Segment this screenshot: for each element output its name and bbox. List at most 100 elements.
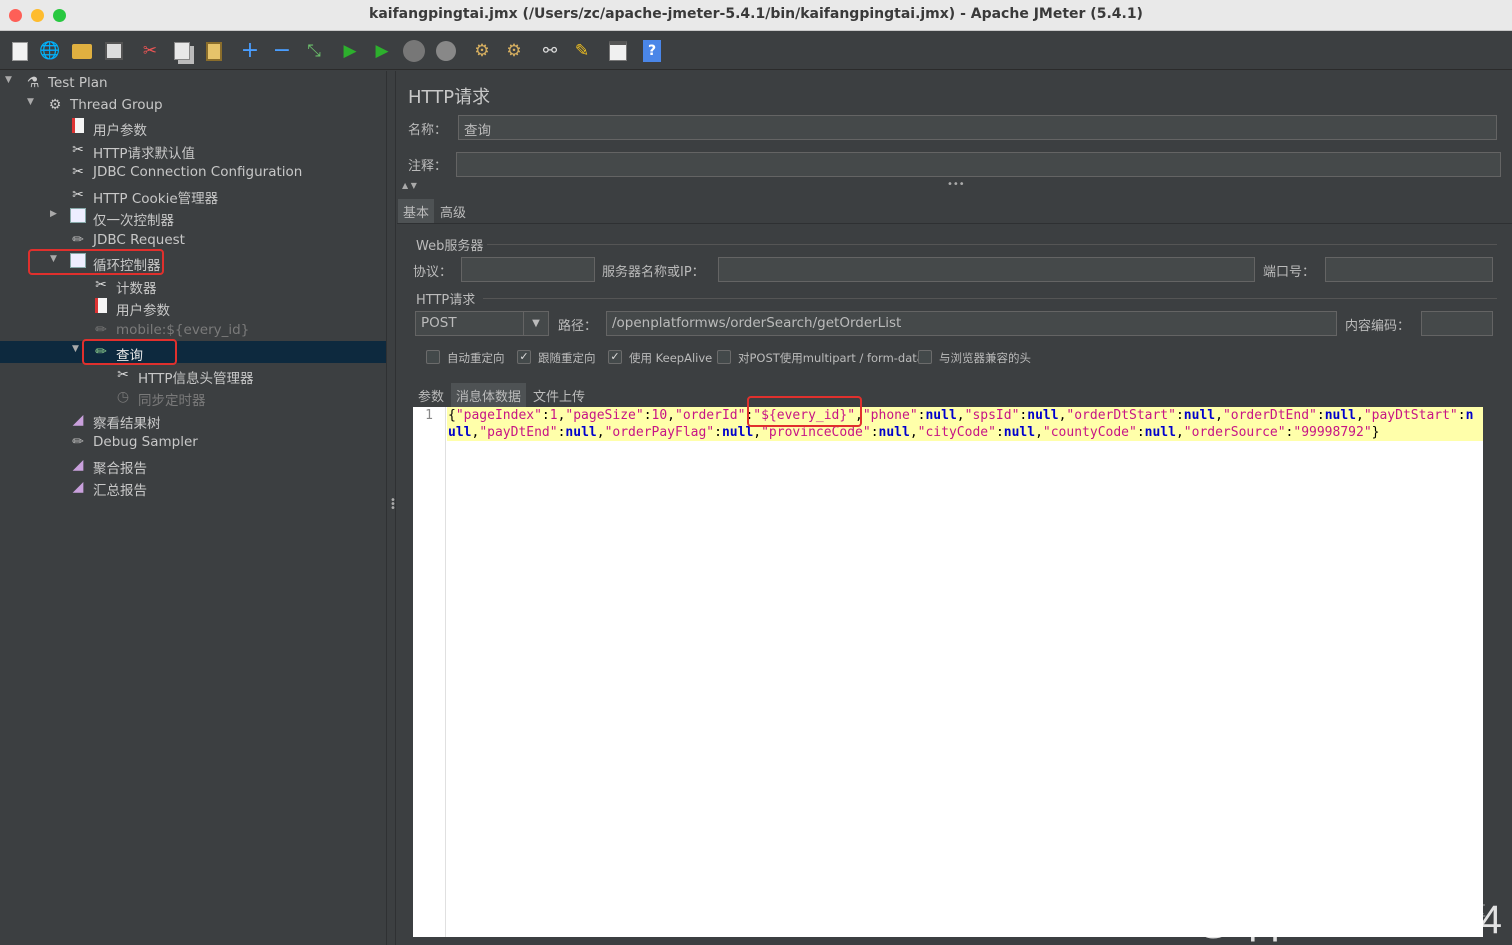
tree-item-sync-timer[interactable]: ◷ 同步定时器 bbox=[0, 386, 386, 409]
tree-item-mobile-sampler[interactable]: ✏ mobile:${every_id} bbox=[0, 319, 386, 341]
body-json-text[interactable]: {"pageIndex":1,"pageSize":10,"orderId":"… bbox=[448, 407, 1478, 441]
tree-item-aggregate-report[interactable]: ◢ 聚合报告 bbox=[0, 454, 386, 477]
json-token: 1 bbox=[549, 408, 558, 423]
config-icon: ✂ bbox=[95, 277, 107, 293]
multipart-checkbox[interactable] bbox=[717, 350, 731, 364]
browser-headers-checkbox[interactable] bbox=[918, 350, 932, 364]
open-icon[interactable] bbox=[70, 39, 94, 63]
json-token: : bbox=[1136, 425, 1145, 440]
json-token: null bbox=[1183, 408, 1216, 423]
collapse-arrows-icon[interactable]: ▲ ▼ bbox=[402, 181, 417, 190]
templates-icon[interactable]: 🌐 bbox=[38, 39, 62, 63]
json-token: "orderSource" bbox=[1183, 425, 1286, 440]
json-token: "cityCode" bbox=[917, 425, 996, 440]
json-token: , bbox=[596, 425, 605, 440]
tree-item-counter[interactable]: ✂ 计数器 bbox=[0, 274, 386, 297]
tree-item-jdbc-request[interactable]: ✏ JDBC Request bbox=[0, 229, 386, 251]
cut-icon[interactable]: ✂ bbox=[138, 39, 162, 63]
timer-icon: ◷ bbox=[116, 389, 130, 405]
method-select[interactable]: POST ▼ bbox=[415, 311, 549, 336]
save-icon[interactable] bbox=[102, 39, 126, 63]
tab-basic[interactable]: 基本 bbox=[398, 199, 435, 224]
json-token: : bbox=[541, 408, 550, 423]
tab-file-upload[interactable]: 文件上传 bbox=[528, 383, 590, 408]
config-icon: ✂ bbox=[72, 142, 84, 158]
json-token: null bbox=[721, 425, 754, 440]
expand-icon[interactable]: + bbox=[238, 39, 262, 63]
collapse-icon[interactable]: − bbox=[270, 39, 294, 63]
config-icon: ✂ bbox=[72, 164, 84, 180]
tree-item-user-params-2[interactable]: 用户参数 bbox=[0, 296, 386, 319]
body-data-editor[interactable]: 1 {"pageIndex":1,"pageSize":10,"orderId"… bbox=[413, 407, 1483, 937]
port-field[interactable] bbox=[1325, 257, 1493, 282]
json-token: , bbox=[753, 425, 762, 440]
json-token: , bbox=[909, 425, 918, 440]
tree-item-header-manager[interactable]: ✂ HTTP信息头管理器 bbox=[0, 364, 386, 387]
shutdown-icon[interactable] bbox=[434, 39, 458, 63]
search-icon[interactable]: ⚯ bbox=[538, 39, 562, 63]
tree-item-jdbc-config[interactable]: ✂ JDBC Connection Configuration bbox=[0, 161, 386, 183]
chevron-down-icon[interactable]: ▼ bbox=[27, 97, 39, 107]
tree-item-cookie-manager[interactable]: ✂ HTTP Cookie管理器 bbox=[0, 184, 386, 207]
tree-item-once-controller[interactable]: ▶ 仅一次控制器 bbox=[0, 206, 386, 229]
json-token: , bbox=[1215, 408, 1223, 423]
follow-redirect-checkbox[interactable]: ✓ bbox=[517, 350, 531, 364]
json-token: 10 bbox=[651, 408, 668, 423]
tree-item-debug-sampler[interactable]: ✏ Debug Sampler bbox=[0, 431, 386, 453]
copy-icon[interactable] bbox=[170, 39, 194, 63]
tree-item-query[interactable]: ▼ ✏ 查询 bbox=[0, 341, 386, 364]
comment-field[interactable] bbox=[456, 152, 1501, 177]
json-token: null bbox=[925, 408, 957, 423]
tab-parameters[interactable]: 参数 bbox=[413, 383, 449, 408]
start-icon[interactable]: ▶ bbox=[338, 39, 362, 63]
stop-icon[interactable] bbox=[402, 39, 426, 63]
tree-item-results-tree[interactable]: ◢ 察看结果树 bbox=[0, 409, 386, 432]
tree-item-user-params[interactable]: 用户参数 bbox=[0, 116, 386, 139]
reset-search-icon[interactable]: ✎ bbox=[570, 39, 594, 63]
json-token: "phone" bbox=[862, 408, 918, 423]
encoding-field[interactable] bbox=[1421, 311, 1493, 336]
clear-all-icon[interactable]: ⚙ bbox=[502, 39, 526, 63]
tab-advanced[interactable]: 高级 bbox=[435, 199, 471, 224]
server-field[interactable] bbox=[718, 257, 1255, 282]
annotation-highlight bbox=[747, 396, 862, 427]
paste-icon[interactable] bbox=[202, 39, 226, 63]
chevron-down-icon[interactable]: ▼ bbox=[5, 75, 17, 85]
listener-icon: ◢ bbox=[72, 457, 84, 473]
help-icon[interactable]: ? bbox=[640, 39, 664, 63]
keepalive-checkbox[interactable]: ✓ bbox=[608, 350, 622, 364]
json-token: null bbox=[565, 425, 597, 440]
pre-processor-icon bbox=[69, 118, 87, 136]
json-token: null bbox=[878, 425, 910, 440]
protocol-label: 协议： bbox=[413, 265, 453, 280]
tree-item-thread-group[interactable]: ▼ ⚙ Thread Group bbox=[0, 94, 386, 116]
toggle-icon[interactable]: ⤡ bbox=[302, 39, 326, 63]
json-token: "countyCode" bbox=[1042, 425, 1137, 440]
clear-icon[interactable]: ⚙ bbox=[470, 39, 494, 63]
line-number-gutter: 1 bbox=[413, 407, 446, 937]
drag-handle-icon[interactable]: • • • bbox=[390, 496, 396, 514]
http-request-label: HTTP请求 bbox=[416, 293, 476, 308]
divider-grip-icon[interactable]: ••• bbox=[947, 179, 965, 190]
comment-label: 注释： bbox=[408, 159, 448, 174]
protocol-field[interactable] bbox=[461, 257, 595, 282]
name-field[interactable]: 查询 bbox=[458, 115, 1497, 140]
config-icon: ✂ bbox=[72, 187, 84, 203]
json-token: "orderId" bbox=[675, 408, 746, 423]
tree-item-http-defaults[interactable]: ✂ HTTP请求默认值 bbox=[0, 139, 386, 162]
pane-splitter[interactable]: • • • bbox=[386, 71, 396, 945]
function-helper-icon[interactable] bbox=[606, 39, 630, 63]
auto-redirect-checkbox[interactable] bbox=[426, 350, 440, 364]
json-token: "orderDtEnd" bbox=[1222, 408, 1317, 423]
start-no-pause-icon[interactable]: ▶ bbox=[370, 39, 394, 63]
path-label: 路径： bbox=[558, 319, 598, 334]
path-field[interactable]: /openplatformws/orderSearch/getOrderList bbox=[606, 311, 1337, 336]
panel-title: HTTP请求 bbox=[408, 87, 491, 108]
new-icon[interactable] bbox=[8, 39, 32, 63]
tab-body-data[interactable]: 消息体数据 bbox=[451, 383, 527, 408]
json-token: : bbox=[1457, 408, 1466, 423]
tree-item-test-plan[interactable]: ▼ ⚗ Test Plan bbox=[0, 72, 386, 94]
chevron-down-icon[interactable]: ▼ bbox=[523, 312, 548, 335]
tree-item-summary-report[interactable]: ◢ 汇总报告 bbox=[0, 476, 386, 499]
chevron-right-icon[interactable]: ▶ bbox=[50, 209, 62, 219]
